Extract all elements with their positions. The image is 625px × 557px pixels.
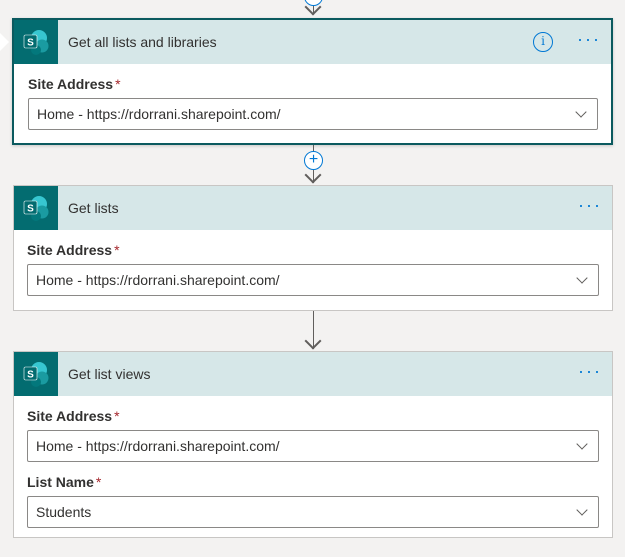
more-options-icon[interactable]: ··· (578, 362, 602, 382)
required-mark: * (95, 474, 102, 490)
card-title[interactable]: Get lists (68, 200, 578, 216)
required-mark: * (115, 76, 121, 92)
sharepoint-icon: S (14, 352, 58, 396)
flow-canvas: + S Get all lists and libraries i ··· Si… (0, 0, 625, 557)
svg-text:S: S (27, 204, 34, 215)
action-card-get-list-views[interactable]: S Get list views ··· Site Address * Home … (13, 351, 613, 538)
site-address-label-text: Site Address (28, 76, 114, 92)
sharepoint-icon: S (14, 20, 58, 64)
info-icon[interactable]: i (533, 32, 554, 52)
card-header[interactable]: S Get lists ··· (14, 186, 612, 230)
chevron-down-icon (575, 106, 587, 118)
action-card-get-all-lists[interactable]: S Get all lists and libraries i ··· Site… (12, 18, 613, 145)
site-address-dropdown[interactable]: Home - https://rdorrani.sharepoint.com/ (27, 430, 599, 462)
card-body: Site Address * Home - https://rdorrani.sh… (14, 396, 612, 528)
more-options-icon[interactable]: ··· (577, 30, 601, 50)
selected-indicator (0, 33, 9, 51)
card-header[interactable]: S Get all lists and libraries i ··· (14, 20, 611, 64)
card-title[interactable]: Get all lists and libraries (68, 34, 533, 50)
list-name-dropdown[interactable]: Students (27, 496, 599, 528)
more-options-icon[interactable]: ··· (578, 196, 602, 216)
list-name-value: Students (36, 504, 92, 520)
site-address-value: Home - https://rdorrani.sharepoint.com/ (36, 272, 280, 288)
required-mark: * (114, 408, 120, 424)
list-name-label: List Name * (27, 472, 599, 492)
site-address-dropdown[interactable]: Home - https://rdorrani.sharepoint.com/ (27, 264, 599, 296)
sharepoint-icon: S (14, 186, 58, 230)
card-body: Site Address * Home - https://rdorrani.sh… (14, 230, 612, 296)
site-address-label: Site Address * (28, 74, 598, 94)
connector-arrow (304, 332, 322, 350)
site-address-dropdown[interactable]: Home - https://rdorrani.sharepoint.com/ (28, 98, 598, 130)
svg-text:S: S (27, 370, 34, 381)
site-address-label: Site Address * (27, 406, 599, 426)
chevron-down-icon (576, 272, 588, 284)
site-address-label-text: Site Address (27, 408, 113, 424)
site-address-label-text: Site Address (27, 242, 113, 258)
card-body: Site Address * Home - https://rdorrani.sh… (14, 64, 611, 130)
site-address-value: Home - https://rdorrani.sharepoint.com/ (36, 438, 280, 454)
required-mark: * (114, 242, 120, 258)
action-card-get-lists[interactable]: S Get lists ··· Site Address * Home - htt… (13, 185, 613, 311)
connector-arrow (304, 166, 322, 184)
svg-text:S: S (27, 38, 34, 49)
chevron-down-icon (576, 438, 588, 450)
site-address-value: Home - https://rdorrani.sharepoint.com/ (37, 106, 281, 122)
chevron-down-icon (576, 504, 588, 516)
card-header[interactable]: S Get list views ··· (14, 352, 612, 396)
site-address-label: Site Address * (27, 240, 599, 260)
list-name-label-text: List Name (27, 474, 94, 490)
card-title[interactable]: Get list views (68, 366, 578, 382)
